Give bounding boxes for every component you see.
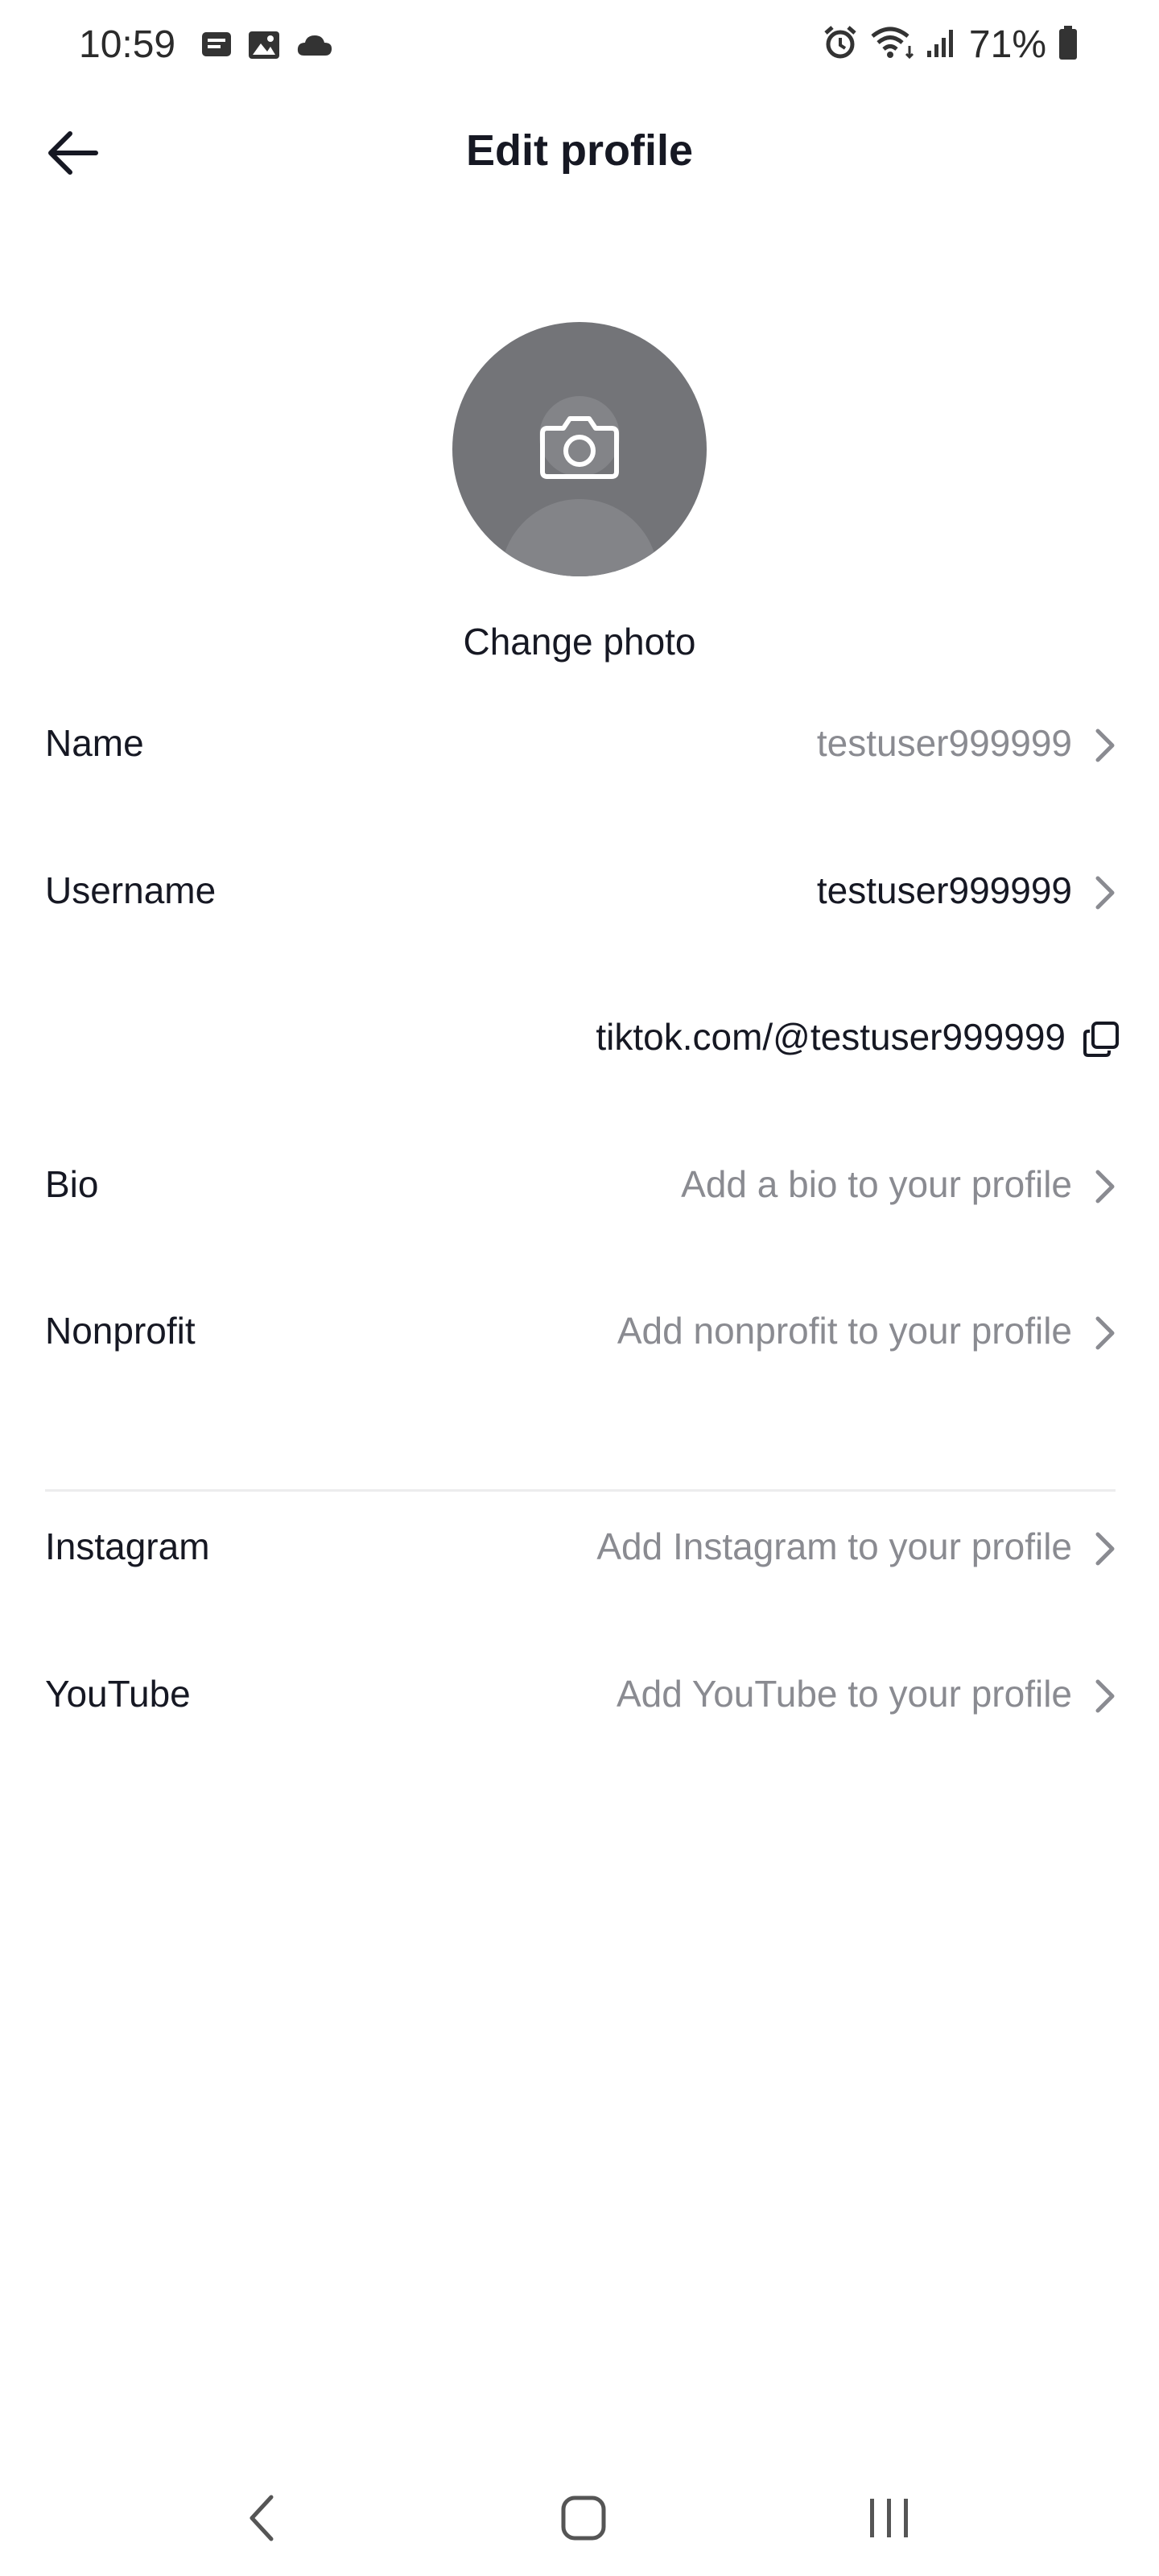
username-row[interactable]: Username testuser999999	[45, 843, 1120, 939]
username-value: testuser999999	[816, 869, 1072, 911]
nav-back-button[interactable]	[225, 2487, 298, 2552]
cloud-icon	[296, 33, 333, 61]
alarm-icon	[823, 25, 858, 64]
recents-nav-icon	[865, 2494, 914, 2546]
chevron-right-icon	[1088, 1167, 1120, 1206]
message-icon	[201, 31, 232, 63]
battery-percent: 71%	[968, 23, 1046, 66]
chevron-right-icon	[1088, 1530, 1120, 1568]
nonprofit-row[interactable]: Nonprofit Add nonprofit to your profile	[45, 1283, 1120, 1380]
section-divider	[45, 1489, 1116, 1492]
change-photo-link[interactable]: Change photo	[0, 620, 1159, 663]
status-bar: 10:59 71%	[0, 0, 1159, 97]
bio-label: Bio	[45, 1163, 99, 1205]
page-title: Edit profile	[466, 126, 693, 175]
back-nav-icon	[245, 2492, 278, 2548]
home-nav-icon	[559, 2494, 608, 2546]
bio-row[interactable]: Bio Add a bio to your profile	[45, 1137, 1120, 1233]
youtube-label: YouTube	[45, 1673, 191, 1715]
system-nav-bar	[0, 2463, 1159, 2576]
nav-home-button[interactable]	[547, 2487, 620, 2552]
battery-icon	[1058, 25, 1079, 64]
signal-icon	[926, 27, 958, 63]
name-value: testuser999999	[816, 722, 1072, 764]
bio-value: Add a bio to your profile	[681, 1163, 1072, 1205]
youtube-value: Add YouTube to your profile	[616, 1673, 1072, 1715]
chevron-right-icon	[1088, 1677, 1120, 1715]
wifi-icon	[869, 25, 914, 64]
youtube-row[interactable]: YouTube Add YouTube to your profile	[45, 1646, 1120, 1743]
instagram-row[interactable]: Instagram Add Instagram to your profile	[45, 1499, 1120, 1596]
nonprofit-value: Add nonprofit to your profile	[617, 1310, 1072, 1352]
chevron-right-icon	[1088, 873, 1120, 912]
camera-icon	[539, 412, 620, 484]
image-icon	[248, 31, 280, 64]
profile-link-row: tiktok.com/@testuser999999	[45, 989, 1120, 1086]
avatar-placeholder-body	[501, 499, 658, 576]
name-row[interactable]: Name testuser999999	[45, 696, 1120, 792]
copy-icon[interactable]	[1082, 1020, 1120, 1059]
instagram-label: Instagram	[45, 1525, 210, 1567]
name-label: Name	[45, 722, 144, 764]
chevron-right-icon	[1088, 726, 1120, 765]
profile-photo[interactable]	[452, 322, 707, 576]
nonprofit-label: Nonprofit	[45, 1310, 196, 1352]
instagram-value: Add Instagram to your profile	[596, 1525, 1072, 1567]
username-label: Username	[45, 869, 217, 911]
profile-link-value: tiktok.com/@testuser999999	[596, 1016, 1066, 1058]
header: Edit profile	[0, 105, 1159, 201]
status-time: 10:59	[79, 23, 176, 66]
status-notification-icons	[201, 31, 333, 64]
nav-recents-button[interactable]	[853, 2487, 926, 2552]
status-system-icons: 71%	[823, 23, 1079, 67]
chevron-right-icon	[1088, 1314, 1120, 1352]
